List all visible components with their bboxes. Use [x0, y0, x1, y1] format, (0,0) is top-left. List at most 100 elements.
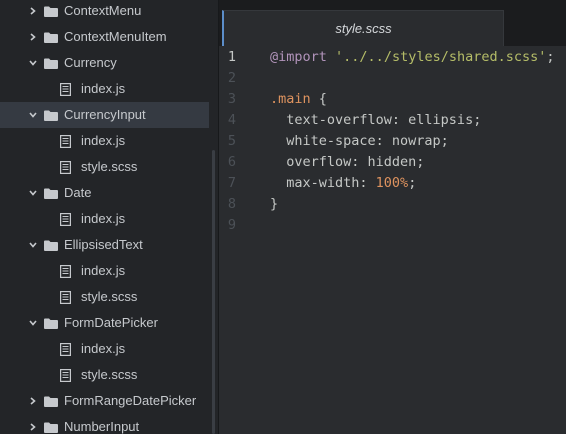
code-token: } — [270, 196, 279, 212]
tree-file-index-js[interactable]: index.js — [0, 336, 209, 362]
file-text-icon — [60, 343, 71, 356]
tree-item-label: CurrencyInput — [64, 107, 146, 122]
code-line[interactable]: 6 overflow: hidden; — [219, 152, 566, 173]
code-line[interactable]: 9 — [219, 215, 566, 236]
folder-icon — [44, 58, 58, 69]
code-token: max-width: — [270, 175, 376, 191]
code-token: ; — [408, 175, 417, 191]
tree-folder-currencyinput[interactable]: CurrencyInput — [0, 102, 209, 128]
line-number: 3 — [227, 91, 236, 107]
code-line[interactable]: 2 — [219, 68, 566, 89]
code-token: 100% — [375, 175, 409, 191]
code-line[interactable]: 1 @import '../../styles/shared.scss'; — [219, 47, 566, 68]
code-text: @import '../../styles/shared.scss'; — [270, 47, 555, 68]
chevron-down-icon[interactable] — [29, 241, 37, 249]
code-line[interactable]: 5 white-space: nowrap; — [219, 131, 566, 152]
code-line[interactable]: 4 text-overflow: ellipsis; — [219, 110, 566, 131]
file-text-icon — [60, 83, 71, 96]
line-number: 4 — [227, 112, 236, 128]
file-text-icon — [60, 369, 71, 382]
chevron-right-icon[interactable] — [29, 423, 37, 431]
tree-item-label: index.js — [81, 263, 126, 278]
chevron-right-icon[interactable] — [29, 33, 37, 41]
folder-icon — [44, 240, 58, 251]
folder-icon — [44, 32, 58, 43]
code-text: white-space: nowrap; — [270, 131, 449, 152]
tree-item-label: NumberInput — [64, 419, 140, 434]
line-number: 5 — [227, 133, 236, 149]
code-text: overflow: hidden; — [270, 152, 424, 173]
tree-file-index-js[interactable]: index.js — [0, 258, 209, 284]
tree-file-index-js[interactable]: index.js — [0, 128, 209, 154]
tab-title: style.scss — [335, 21, 392, 36]
tree-folder-contextmenu[interactable]: ContextMenu — [0, 0, 209, 24]
code-line[interactable]: 3 .main { — [219, 89, 566, 110]
line-number: 2 — [227, 70, 236, 86]
chevron-down-icon[interactable] — [29, 111, 37, 119]
tree-folder-ellipsisedtext[interactable]: EllipsisedText — [0, 232, 209, 258]
line-number: 6 — [227, 154, 236, 170]
code-token: '../../styles/shared.scss' — [335, 49, 547, 65]
chevron-down-icon[interactable] — [29, 59, 37, 67]
file-tree: ContextMenu ContextMenuItem Currency index.… — [0, 0, 209, 434]
line-number: 9 — [227, 217, 236, 233]
folder-icon — [44, 318, 58, 329]
code-token: ; — [546, 49, 555, 65]
tree-folder-currency[interactable]: Currency — [0, 50, 209, 76]
tree-file-style-scss[interactable]: style.scss — [0, 284, 209, 310]
code-text: .main { — [270, 89, 327, 110]
chevron-down-icon[interactable] — [29, 189, 37, 197]
file-tree-panel: ContextMenu ContextMenuItem Currency index.… — [0, 0, 219, 434]
folder-icon — [44, 188, 58, 199]
tree-item-label: index.js — [81, 81, 126, 96]
code-token: white-space: nowrap; — [270, 133, 449, 149]
tree-item-label: Date — [64, 185, 92, 200]
tree-item-label: FormRangeDatePicker — [64, 393, 197, 408]
sidebar-scrollbar[interactable] — [212, 150, 215, 434]
tree-folder-formdatepicker[interactable]: FormDatePicker — [0, 310, 209, 336]
file-text-icon — [60, 265, 71, 278]
folder-icon — [44, 396, 58, 407]
tree-item-label: FormDatePicker — [64, 315, 158, 330]
tree-item-label: style.scss — [81, 159, 138, 174]
code-token: @import — [270, 49, 327, 65]
tree-folder-contextmenuitem[interactable]: ContextMenuItem — [0, 24, 209, 50]
code-token: .main — [270, 91, 311, 107]
file-text-icon — [60, 135, 71, 148]
tree-file-index-js[interactable]: index.js — [0, 206, 209, 232]
editor-window: ContextMenu ContextMenuItem Currency index.… — [0, 0, 566, 434]
tree-file-style-scss[interactable]: style.scss — [0, 154, 209, 180]
code-line[interactable]: 8} — [219, 194, 566, 215]
code-line[interactable]: 7 max-width: 100%; — [219, 173, 566, 194]
code-token: { — [310, 91, 327, 107]
tree-item-label: index.js — [81, 211, 126, 226]
tree-item-label: index.js — [81, 341, 126, 356]
chevron-right-icon[interactable] — [29, 397, 37, 405]
code-editor[interactable]: 1 @import '../../styles/shared.scss'; 2 3 .m… — [219, 46, 566, 434]
tree-item-label: EllipsisedText — [64, 237, 143, 252]
tree-item-label: Currency — [64, 55, 117, 70]
tree-item-label: index.js — [81, 133, 126, 148]
folder-icon — [44, 422, 58, 433]
line-number: 7 — [227, 175, 236, 191]
tree-item-label: ContextMenu — [64, 3, 142, 18]
tree-item-label: style.scss — [81, 367, 138, 382]
code-token: overflow: hidden; — [270, 154, 425, 170]
tree-folder-numberinput[interactable]: NumberInput — [0, 414, 209, 434]
tree-folder-formrangedatepicker[interactable]: FormRangeDatePicker — [0, 388, 209, 414]
file-text-icon — [60, 213, 71, 226]
line-number: 8 — [227, 196, 236, 212]
tab-bar: style.scss — [219, 0, 566, 46]
chevron-down-icon[interactable] — [29, 319, 37, 327]
code-token: text-overflow: ellipsis; — [270, 112, 482, 128]
chevron-right-icon[interactable] — [29, 7, 37, 15]
file-text-icon — [60, 291, 71, 304]
tree-file-index-js[interactable]: index.js — [0, 76, 209, 102]
tree-folder-date[interactable]: Date — [0, 180, 209, 206]
code-text: } — [270, 194, 278, 215]
code-text: text-overflow: ellipsis; — [270, 110, 481, 131]
tree-file-style-scss[interactable]: style.scss — [0, 362, 209, 388]
tab-style-scss[interactable]: style.scss — [222, 10, 504, 46]
code-text: max-width: 100%; — [270, 173, 416, 194]
